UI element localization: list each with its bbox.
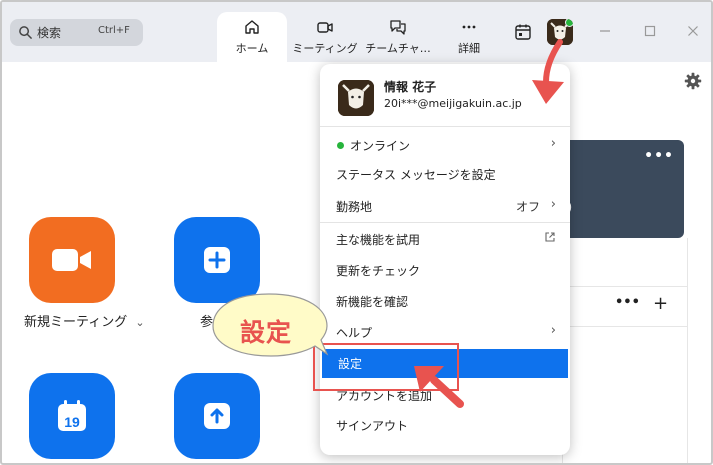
menu-item-label: 勤務地 — [336, 200, 373, 214]
menu-avatar — [338, 80, 374, 116]
menu-item-label: 主な機能を試用 — [336, 233, 421, 247]
schedule-button[interactable]: 19 — [29, 373, 115, 459]
zoom-window: 検索 Ctrl+F ホーム ミーティング チームチャ… 詳細 新規ミーティング … — [0, 0, 713, 465]
new-meeting-text: 新規ミーティング — [24, 315, 128, 330]
tab-home[interactable]: ホーム — [217, 12, 287, 62]
new-meeting-label: 新規ミーティング ⌄ — [24, 311, 145, 330]
share-screen-button[interactable] — [174, 373, 260, 459]
user-name: 情報 花子 — [384, 80, 437, 94]
tab-team-chat[interactable]: チームチャ… — [364, 12, 432, 62]
menu-item-label: オンライン — [350, 139, 411, 153]
search-label: 検索 — [37, 26, 62, 40]
menu-item-work-location[interactable]: 勤務地 オフ › — [320, 193, 570, 219]
meetings-panel: ••• + — [562, 238, 688, 463]
red-arrow-icon — [414, 366, 464, 408]
menu-item-label: 更新をチェック — [336, 264, 421, 278]
more-icon — [462, 25, 476, 29]
external-link-icon — [545, 232, 555, 242]
upload-arrow-icon — [204, 403, 230, 429]
user-email: 20i***@meijigakuin.ac.jp — [384, 97, 522, 110]
plus-icon — [204, 247, 230, 273]
panel-divider — [563, 286, 687, 287]
tab-meetings-label: ミーティング — [292, 42, 358, 55]
new-meeting-button[interactable] — [29, 217, 115, 303]
tab-meetings[interactable]: ミーティング — [292, 12, 358, 62]
join-meeting-button[interactable] — [174, 217, 260, 303]
tab-more[interactable]: 詳細 — [442, 12, 496, 62]
menu-item-label: サインアウト — [336, 419, 409, 433]
menu-item-online-status[interactable]: オンライン › — [320, 132, 570, 158]
goat-avatar-icon — [338, 80, 374, 116]
tab-more-label: 詳細 — [458, 42, 480, 55]
menu-item-label: ステータス メッセージを設定 — [336, 168, 496, 182]
chevron-right-icon: › — [550, 197, 556, 212]
schedule-day: 19 — [64, 414, 80, 430]
menu-item-try-features[interactable]: 主な機能を試用 — [320, 226, 570, 252]
top-bar: 検索 Ctrl+F ホーム ミーティング チームチャ… 詳細 — [2, 2, 711, 62]
search-box[interactable]: 検索 Ctrl+F — [10, 19, 143, 46]
tab-team-chat-label: チームチャ… — [365, 42, 431, 55]
chevron-right-icon: › — [550, 323, 556, 338]
panel-divider — [563, 326, 687, 327]
home-icon — [245, 20, 259, 34]
chat-icon — [390, 20, 406, 35]
video-icon — [317, 22, 333, 33]
online-status-dot — [337, 142, 344, 149]
work-location-value: オフ — [515, 200, 540, 214]
panel-more-button[interactable]: ••• — [615, 295, 640, 310]
settings-gear-icon[interactable] — [684, 72, 702, 90]
search-shortcut: Ctrl+F — [98, 25, 130, 36]
upcoming-meeting-card[interactable]: ••• 0 — [562, 140, 684, 238]
menu-item-set-status-message[interactable]: ステータス メッセージを設定 — [320, 161, 570, 187]
menu-divider — [320, 222, 570, 223]
chevron-right-icon: › — [550, 136, 556, 151]
panel-add-button[interactable]: + — [653, 293, 668, 314]
maximize-icon[interactable] — [643, 24, 657, 38]
calendar-schedule-icon: 19 — [58, 400, 86, 431]
search-icon — [19, 26, 32, 39]
online-status-dot — [565, 19, 573, 27]
close-icon[interactable] — [686, 24, 700, 38]
menu-divider — [320, 126, 570, 127]
card-more-button[interactable]: ••• — [644, 148, 674, 164]
tab-home-label: ホーム — [235, 42, 269, 55]
red-arrow-icon — [532, 39, 564, 104]
callout-text: 設定 — [240, 318, 293, 347]
menu-item-check-updates[interactable]: 更新をチェック — [320, 257, 570, 283]
video-camera-icon — [52, 249, 91, 271]
chevron-down-icon[interactable]: ⌄ — [135, 316, 144, 329]
minimize-icon[interactable] — [598, 24, 612, 38]
menu-item-sign-out[interactable]: サインアウト — [320, 412, 570, 438]
